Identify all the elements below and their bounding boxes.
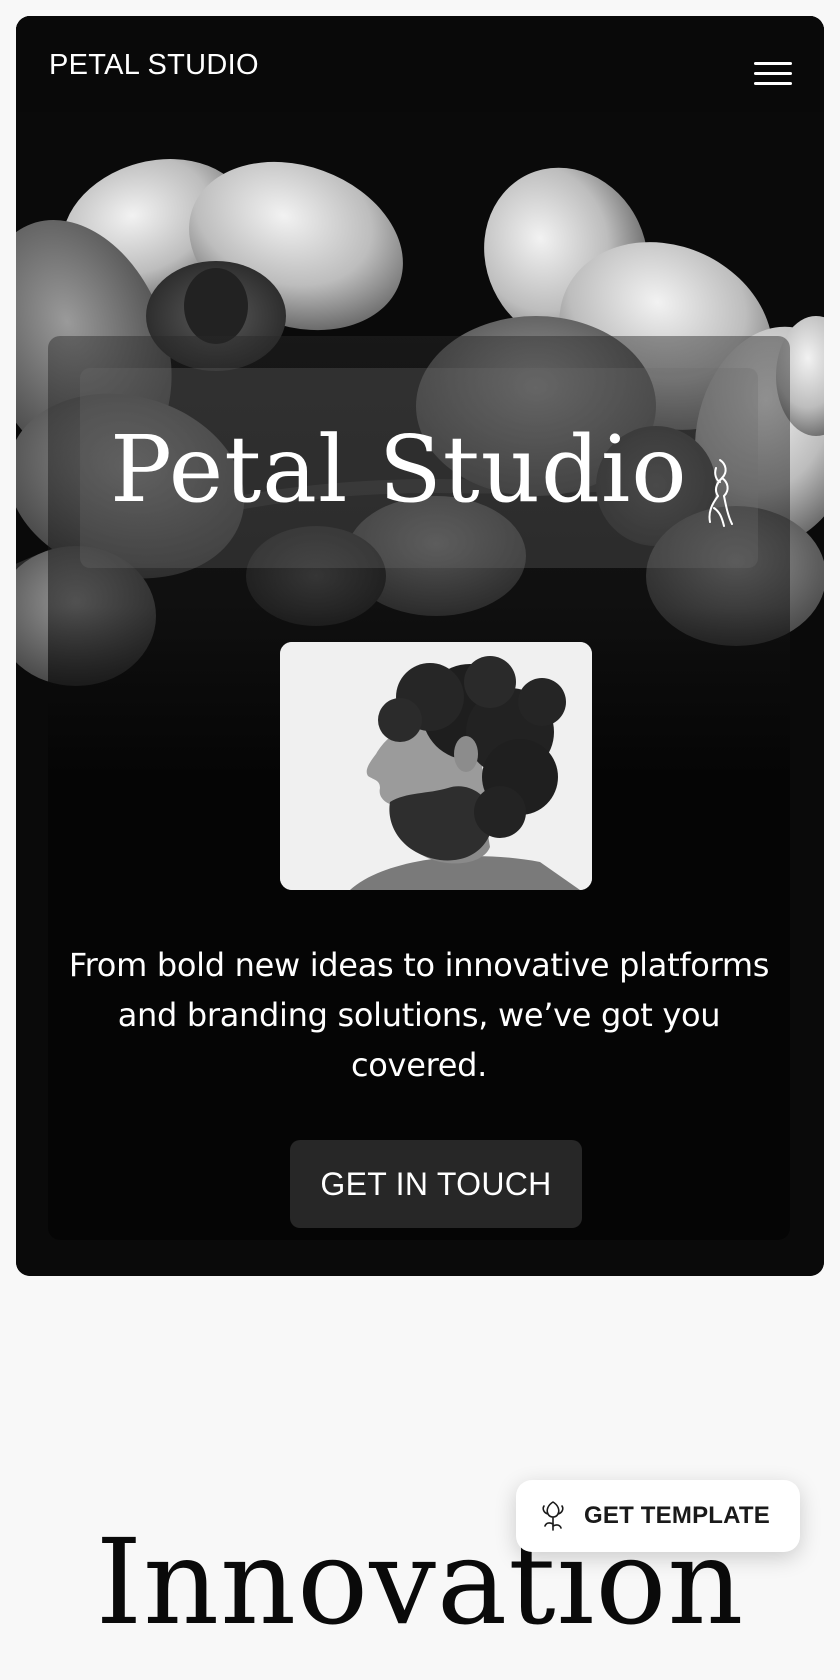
get-template-label: GET TEMPLATE: [584, 1502, 770, 1529]
hero-content-panel: Petal Studio From bold new ideas to inno…: [48, 336, 790, 1240]
hero-title-box: Petal Studio: [80, 368, 758, 568]
hamburger-menu-icon-line: [754, 72, 792, 75]
get-in-touch-button[interactable]: GET IN TOUCH: [290, 1140, 582, 1228]
hero-tagline: From bold new ideas to innovative platfo…: [68, 946, 770, 1084]
top-nav-bar: PETAL STUDIO: [16, 16, 824, 112]
menu-button[interactable]: [754, 62, 792, 90]
flower-line-icon: [542, 1501, 564, 1531]
hamburger-menu-icon-line: [754, 82, 792, 85]
hamburger-menu-icon: [754, 62, 792, 65]
get-template-button[interactable]: GET TEMPLATE: [516, 1480, 800, 1552]
flower-line-icon: [708, 459, 733, 527]
page: PETAL STUDIO Petal Studio From bold new …: [0, 0, 840, 1680]
hero-card: PETAL STUDIO Petal Studio From bold new …: [16, 16, 824, 1276]
hero-title: Petal Studio: [110, 416, 688, 523]
portrait-image: [280, 642, 592, 890]
brand-logo-text[interactable]: PETAL STUDIO: [49, 49, 259, 82]
